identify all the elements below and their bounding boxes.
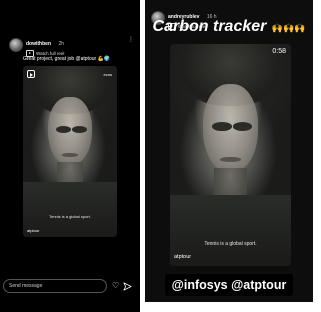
more-options-icon[interactable]: ⋮ bbox=[128, 37, 134, 43]
heart-icon[interactable]: ♡ bbox=[112, 282, 119, 290]
message-placeholder: Send message bbox=[9, 283, 43, 289]
username[interactable]: dowithben bbox=[26, 41, 51, 47]
left-story-header: dowithben 2h Watch full reel bbox=[9, 32, 65, 58]
reel-subtitle: Tennis is a global sport. bbox=[204, 241, 257, 247]
reel-brand: atptour bbox=[174, 254, 192, 260]
raising-hands-icon: 🙌🙌🙌 bbox=[271, 23, 306, 33]
left-story-panel: dowithben 2h Watch full reel ⋮ Great pro… bbox=[0, 0, 140, 312]
headline-text: Carbon tracker bbox=[152, 18, 267, 35]
story-headline: Carbon tracker 🙌🙌🙌 bbox=[145, 18, 313, 36]
right-story-panel: andreyrublev 16 h Watch full reel Carbon… bbox=[145, 0, 313, 302]
avatar[interactable] bbox=[9, 37, 23, 52]
portrait-eye bbox=[55, 125, 71, 133]
send-icon[interactable] bbox=[123, 281, 132, 291]
portrait-eye bbox=[232, 121, 253, 131]
reel-icon bbox=[27, 70, 35, 78]
reply-bar: Send message ♡ bbox=[3, 278, 137, 294]
reel-preview[interactable]: ecos Tennis is a global sport. atptour bbox=[23, 66, 117, 237]
reel-subtitle: Tennis is a global sport. bbox=[49, 214, 91, 219]
post-time: 2h bbox=[58, 41, 65, 47]
reel-brand: atptour bbox=[27, 228, 40, 233]
brand-tag: ecos bbox=[103, 72, 112, 77]
message-input[interactable]: Send message bbox=[3, 279, 107, 293]
user-block: dowithben 2h Watch full reel bbox=[26, 32, 65, 58]
story-caption: Great project, great job @atptour 💪🌍 bbox=[23, 56, 111, 62]
reel-preview[interactable]: 0:58 Tennis is a global sport. atptour bbox=[170, 44, 291, 266]
portrait-eye bbox=[212, 121, 232, 131]
reel-duration: 0:58 bbox=[272, 48, 286, 55]
portrait-mouth bbox=[61, 153, 79, 157]
mention-sticker[interactable]: @infosys @atptour bbox=[165, 274, 293, 296]
portrait-eye bbox=[71, 125, 87, 133]
portrait-mouth bbox=[219, 157, 242, 162]
